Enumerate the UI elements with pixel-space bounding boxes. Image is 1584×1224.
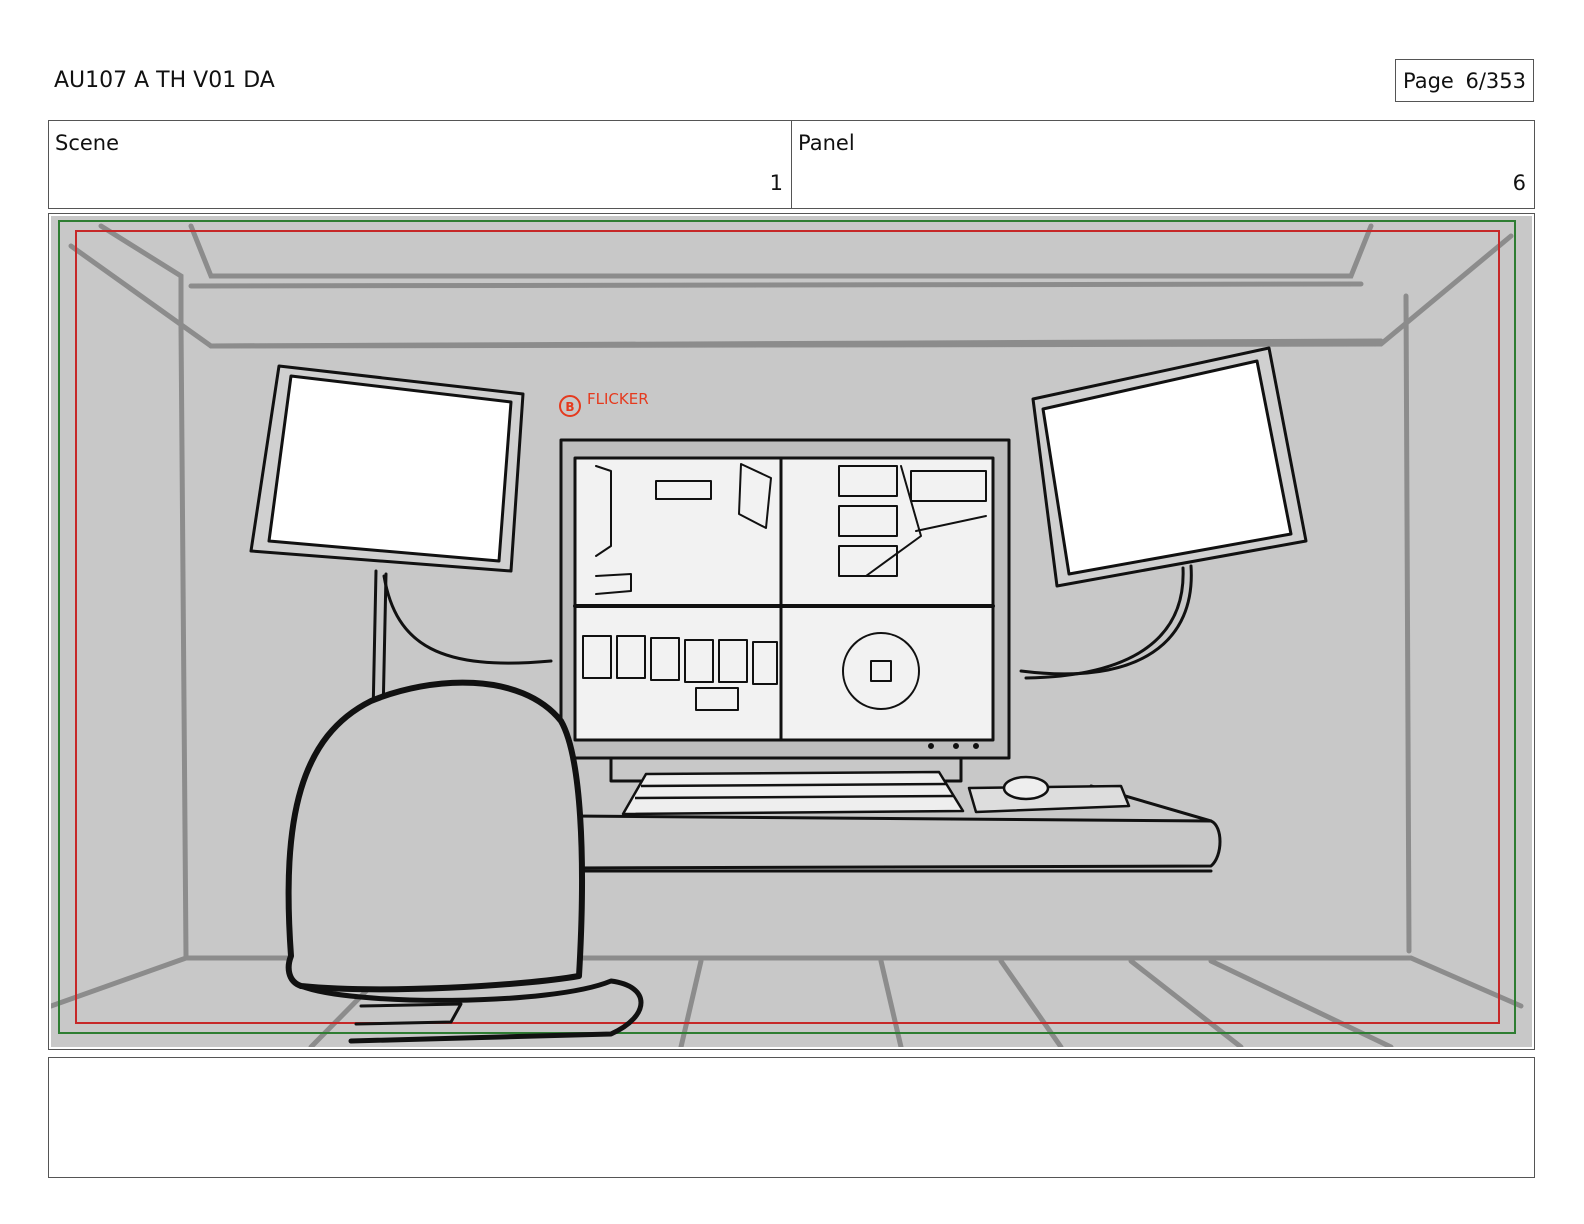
scene-panel-info: Scene 1 Panel 6 — [48, 120, 1535, 209]
scene-cell: Scene 1 — [49, 121, 791, 208]
storyboard-frame: B FLICKER — [48, 213, 1535, 1050]
storyboard-drawing: B FLICKER — [51, 216, 1532, 1047]
page-number: 6/353 — [1465, 68, 1526, 93]
panel-value: 6 — [1512, 171, 1526, 195]
keyboard — [621, 770, 965, 816]
annotation-marker: B — [565, 400, 574, 414]
center-monitor — [559, 438, 1011, 783]
page-label: Page — [1403, 68, 1454, 93]
panel-notes[interactable] — [48, 1057, 1535, 1178]
panel-label: Panel — [798, 131, 855, 155]
annotation-text: FLICKER — [587, 390, 649, 408]
scene-value: 1 — [769, 171, 783, 195]
page-indicator: Page 6/353 — [1395, 59, 1534, 102]
document-title: AU107 A TH V01 DA — [54, 68, 275, 93]
panel-cell: Panel 6 — [791, 121, 1534, 208]
scene-label: Scene — [55, 131, 120, 155]
